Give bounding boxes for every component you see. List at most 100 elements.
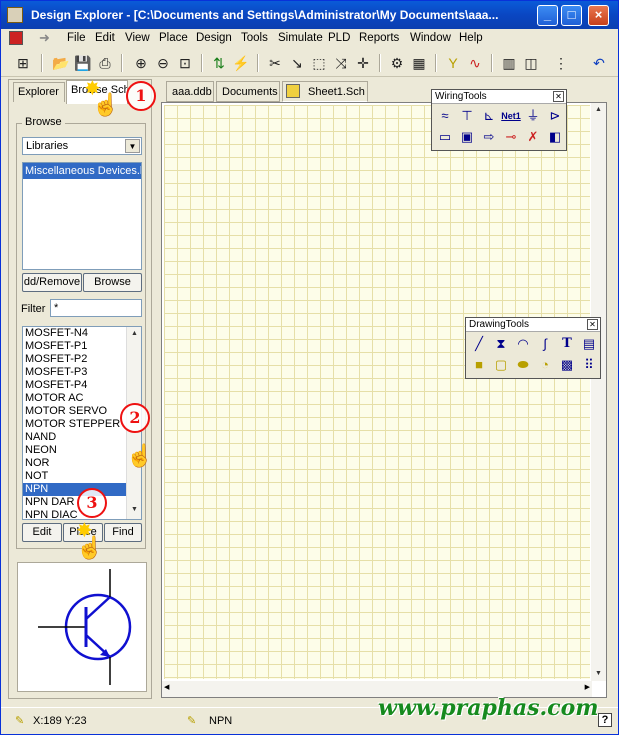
canvas-vertical-scrollbar[interactable]: ▲ ▼ [591,103,606,681]
menu-window[interactable]: Window [410,32,451,44]
scroll-down-icon[interactable]: ▼ [127,503,141,517]
minimize-button[interactable]: _ [537,5,558,26]
list-item[interactable]: NOT [23,470,141,483]
library-type-select[interactable]: Libraries ▼ [22,137,142,155]
power-port-icon[interactable]: ⏚ [523,106,543,126]
scroll-right-icon[interactable]: ▶ [585,683,590,691]
no-erc-icon[interactable]: ✗ [523,127,543,147]
grid-toggle-icon[interactable]: ⋮ [551,53,571,73]
list-item[interactable]: MOSFET-P4 [23,379,141,392]
book-icon[interactable]: ▥ [499,53,519,73]
pie-icon[interactable]: ◔ [535,355,555,375]
place-component-icon[interactable]: ⚙ [387,53,407,73]
port-icon[interactable]: ⇨ [479,127,499,147]
wiring-tools-palette[interactable]: WiringTools ✕ ≈ ⊤ ⊾ Net1 ⏚ ⊳ ▭ ▣ ⇨ ⊸ ✗ ◧ [431,89,567,151]
arc-icon[interactable]: ◠ [513,334,533,354]
open-folder-icon[interactable]: 📂 [51,53,71,73]
list-item[interactable]: MOSFET-N4 [23,327,141,340]
drawing-tools-title-bar[interactable]: DrawingTools ✕ [466,318,600,332]
paste-icon[interactable]: ↘ [287,53,307,73]
ellipse-icon[interactable]: ⬬ [513,355,533,375]
design-manager-icon[interactable]: ⊞ [13,53,33,73]
rounded-rectangle-icon[interactable]: ▢ [491,355,511,375]
cross-probe-icon[interactable]: ⚡ [231,53,251,73]
net-label-icon[interactable]: Net1 [501,106,521,126]
scroll-down-icon[interactable]: ▼ [591,667,606,681]
back-arrow-icon[interactable]: ➜ [39,30,50,46]
sheet-symbol-icon[interactable]: ▭ [435,127,455,147]
scroll-left-icon[interactable]: ◀ [164,683,169,691]
hierarchy-icon[interactable]: ⇅ [209,53,229,73]
move-icon[interactable]: ✛ [353,53,373,73]
library-edit-icon[interactable]: ◫ [521,53,541,73]
list-item[interactable]: NAND [23,431,141,444]
list-item[interactable]: NOR [23,457,141,470]
probe-icon[interactable]: Y [443,53,463,73]
bus-entry-icon[interactable]: ⊾ [479,106,499,126]
list-item[interactable]: Miscellaneous Devices.lib [23,163,141,179]
sheet-entry-icon[interactable]: ▣ [457,127,477,147]
chevron-down-icon[interactable]: ▼ [125,139,140,153]
undo-icon[interactable]: ↶ [589,53,609,73]
menu-tools[interactable]: Tools [241,32,268,44]
menu-file[interactable]: File [67,32,86,44]
maximize-button[interactable]: □ [561,5,582,26]
select-area-icon[interactable]: ⬚ [309,53,329,73]
add-remove-button[interactable]: dd/Remove [22,273,82,292]
list-item[interactable]: MOSFET-P1 [23,340,141,353]
scroll-up-icon[interactable]: ▲ [127,327,141,341]
drawing-tools-palette[interactable]: DrawingTools ✕ ╱ ⧗ ◠ ∫ T ▤ ■ ▢ ⬬ ◔ ▩ ⠿ [465,317,601,379]
deselect-icon[interactable]: ⤨ [331,53,351,73]
list-item[interactable]: MOSFET-P3 [23,366,141,379]
library-icon[interactable]: ▦ [409,53,429,73]
menu-edit[interactable]: Edit [95,32,115,44]
menu-place[interactable]: Place [159,32,188,44]
schematic-grid[interactable] [164,105,590,679]
list-item[interactable]: MOSFET-P2 [23,353,141,366]
tab-sheet1-sch[interactable]: Sheet1.Sch [282,81,368,102]
menu-reports[interactable]: Reports [359,32,399,44]
bus-icon[interactable]: ⊤ [457,106,477,126]
zoom-fit-icon[interactable]: ⊡ [175,53,195,73]
help-icon[interactable]: ? [598,713,612,727]
bezier-icon[interactable]: ∫ [535,334,555,354]
zoom-in-icon[interactable]: ⊕ [131,53,151,73]
print-icon[interactable]: ⎙ [95,53,115,73]
close-button[interactable]: × [588,5,609,26]
part-icon[interactable]: ⊳ [545,106,565,126]
junction-icon[interactable]: ⊸ [501,127,521,147]
close-icon[interactable]: ✕ [587,319,598,330]
cut-icon[interactable]: ✂ [265,53,285,73]
rectangle-icon[interactable]: ■ [469,355,489,375]
zoom-out-icon[interactable]: ⊖ [153,53,173,73]
text-tool-icon[interactable]: T [557,334,577,354]
array-icon[interactable]: ⠿ [579,355,599,375]
wire-icon[interactable]: ≈ [435,106,455,126]
image-icon[interactable]: ▩ [557,355,577,375]
tab-documents[interactable]: Documents [216,81,280,102]
browse-button[interactable]: Browse [83,273,142,292]
wiring-tools-title-bar[interactable]: WiringTools ✕ [432,90,566,104]
close-icon[interactable]: ✕ [553,91,564,102]
menu-view[interactable]: View [125,32,150,44]
save-icon[interactable]: 💾 [73,53,93,73]
scroll-up-icon[interactable]: ▲ [591,103,606,117]
menu-design[interactable]: Design [196,32,232,44]
library-list[interactable]: Miscellaneous Devices.lib [22,162,142,270]
list-item[interactable]: MOTOR AC [23,392,141,405]
list-item[interactable]: NEON [23,444,141,457]
line-icon[interactable]: ╱ [469,334,489,354]
pcb-layout-icon[interactable]: ◧ [545,127,565,147]
tab-aaa-ddb[interactable]: aaa.ddb [166,81,214,102]
simulate-icon[interactable]: ∿ [465,53,485,73]
menu-pld[interactable]: PLD [328,32,350,44]
text-frame-icon[interactable]: ▤ [579,334,599,354]
title-bar[interactable]: Design Explorer - [C:\Documents and Sett… [1,1,618,29]
menu-help[interactable]: Help [459,32,483,44]
edit-button[interactable]: Edit [22,523,62,542]
filter-input[interactable]: * [50,299,142,317]
menu-simulate[interactable]: Simulate [278,32,323,44]
polygon-icon[interactable]: ⧗ [491,334,511,354]
tab-explorer[interactable]: Explorer [13,82,65,102]
app-menu-icon[interactable] [9,31,23,45]
